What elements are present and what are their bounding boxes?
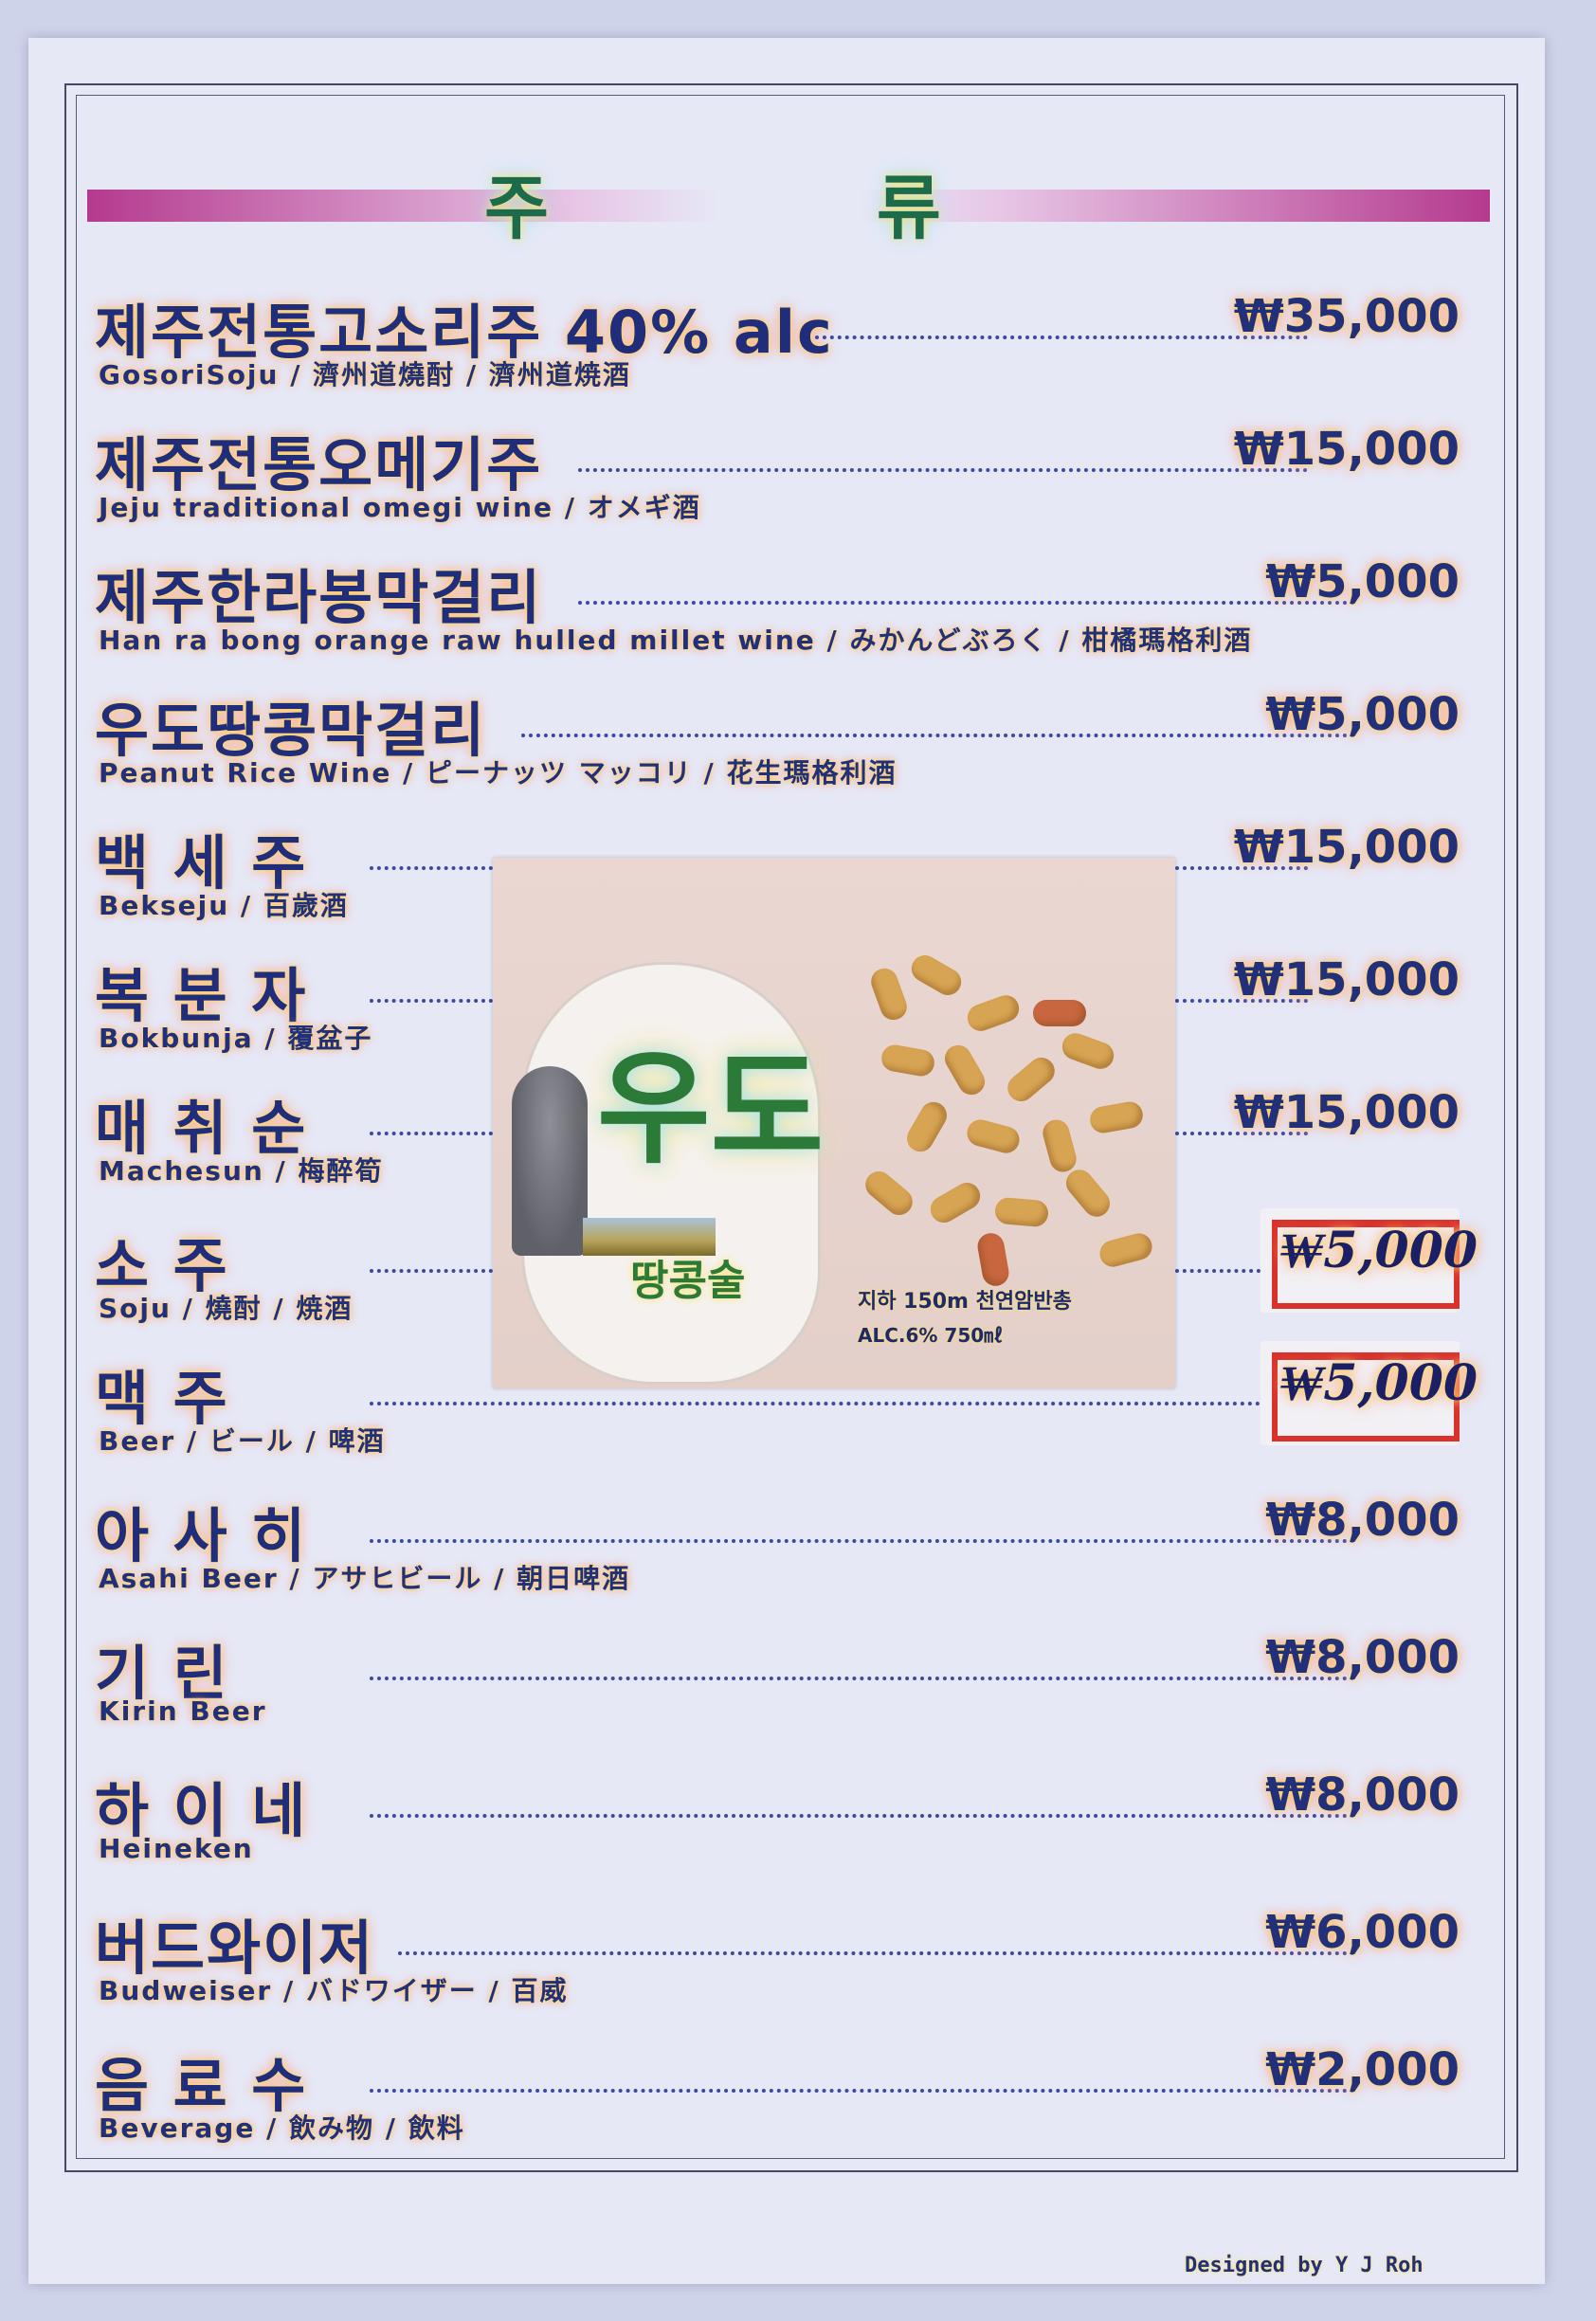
menu-item: 기 린 ₩8,000 Kirin Beer [95, 1625, 1478, 1739]
menu-item: 제주전통오메기주 ₩15,000 Jeju traditional omegi … [95, 417, 1478, 531]
item-price-handwritten: ₩5,000 [1279, 1354, 1478, 1412]
item-subtitle: Budweiser / バドワイザー / 百威 [99, 1975, 569, 2006]
leader-dots [370, 1539, 1355, 1543]
leader-dots [370, 999, 493, 1003]
item-subtitle: Han ra bong orange raw hulled millet win… [99, 625, 1253, 656]
item-price-handwritten: ₩5,000 [1279, 1222, 1478, 1279]
leader-dots [370, 1269, 493, 1273]
dolhareubang-statue [512, 1066, 588, 1256]
item-price: ₩8,000 [1265, 1768, 1460, 1822]
item-price: ₩15,000 [1233, 1086, 1460, 1139]
ad-alcohol-volume: ALC.6% 750㎖ [858, 1324, 1004, 1347]
item-subtitle: Bekseju / 百歲酒 [99, 890, 349, 921]
item-price: ₩15,000 [1233, 821, 1460, 874]
menu-item: 제주전통고소리주 40% alc ₩35,000 GosoriSoju / 濟州… [95, 284, 1478, 398]
menu-item: 버드와이저 ₩6,000 Budweiser / バドワイザー / 百威 [95, 1900, 1478, 2014]
menu-item: 아 사 히 ₩8,000 Asahi Beer / アサヒビール / 朝日啤酒 [95, 1488, 1478, 1602]
udo-peanut-wine-ad: 우도 땅콩술 지하 150m 천연암반총 ALC.6% 750㎖ [493, 858, 1175, 1388]
item-price: ₩15,000 [1233, 423, 1460, 476]
menu-item: 제주한라봉막걸리 ₩5,000 Han ra bong orange raw h… [95, 550, 1478, 663]
leader-dots [578, 468, 1308, 472]
leader-dots [1175, 1269, 1260, 1273]
item-subtitle: Kirin Beer [99, 1695, 267, 1727]
ad-logo-subtitle: 땅콩술 [630, 1257, 746, 1305]
menu-item: 우도땅콩막걸리 ₩5,000 Peanut Rice Wine / ピーナッツ … [95, 682, 1478, 796]
item-subtitle: Bokbunja / 覆盆子 [99, 1023, 373, 1054]
leader-dots [578, 601, 1355, 605]
item-price: ₩5,000 [1265, 688, 1460, 741]
item-price: ₩8,000 [1265, 1631, 1460, 1684]
leader-dots [398, 1951, 1355, 1955]
menu-item: 하 이 네 ₩8,000 Heineken [95, 1763, 1478, 1877]
item-subtitle: Jeju traditional omegi wine / オメギ酒 [99, 492, 701, 523]
handwritten-price-sticker: ₩5,000 [1260, 1341, 1478, 1445]
item-price: ₩35,000 [1233, 290, 1460, 343]
item-price: ₩5,000 [1265, 555, 1460, 608]
leader-dots [370, 1677, 1355, 1680]
item-price: ₩2,000 [1265, 2043, 1460, 2096]
item-subtitle: Asahi Beer / アサヒビール / 朝日啤酒 [99, 1563, 631, 1594]
leader-dots [370, 1132, 493, 1135]
item-price: ₩15,000 [1233, 953, 1460, 1006]
menu-title: 주 류 [484, 168, 1093, 249]
leader-dots [370, 1814, 1355, 1818]
menu-item: 음 료 수 ₩2,000 Beverage / 飲み物 / 飲料 [95, 2038, 1478, 2151]
ad-logo: 우도 [597, 1036, 825, 1181]
item-subtitle: Beverage / 飲み物 / 飲料 [99, 2112, 465, 2144]
leader-dots [370, 2089, 1355, 2093]
item-price: ₩6,000 [1265, 1906, 1460, 1959]
leader-dots [521, 734, 1355, 737]
designer-credit: Designed by Y J Roh [1185, 2254, 1424, 2277]
menu-header: 주 류 [87, 161, 1490, 256]
ad-water-source: 지하 150m 천연암반총 [858, 1290, 1072, 1314]
item-subtitle: Machesun / 梅醉筍 [99, 1155, 384, 1187]
item-subtitle: GosoriSoju / 濟州道燒酎 / 濟州道焼酒 [99, 359, 631, 390]
handwritten-price-sticker: ₩5,000 [1260, 1208, 1478, 1313]
item-subtitle: Soju / 燒酎 / 焼酒 [99, 1293, 354, 1324]
leader-dots [370, 866, 493, 870]
leader-dots [370, 1402, 1260, 1405]
item-subtitle: Heineken [99, 1833, 254, 1864]
item-subtitle: Beer / ビール / 啤酒 [99, 1425, 386, 1457]
peanuts-pile [843, 943, 1156, 1289]
item-price: ₩8,000 [1265, 1494, 1460, 1547]
item-subtitle: Peanut Rice Wine / ピーナッツ マッコリ / 花生瑪格利酒 [99, 757, 898, 789]
